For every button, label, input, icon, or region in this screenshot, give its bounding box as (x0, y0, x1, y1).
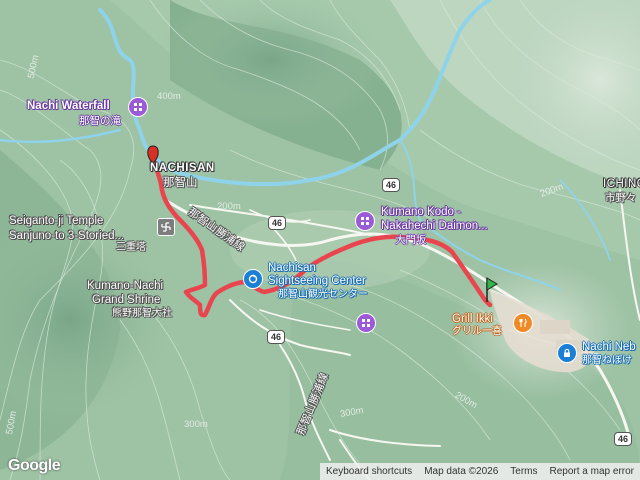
area-label-nachisan-jp: 那智山 (163, 177, 198, 189)
keyboard-shortcuts-link[interactable]: Keyboard shortcuts (320, 463, 418, 480)
fork-knife-icon[interactable] (513, 313, 533, 333)
poi-nachi-waterfall[interactable]: Nachi Waterfall (27, 100, 110, 113)
map-data-attribution: Map data ©2026 (424, 466, 499, 477)
route-46-shield: 46 (267, 330, 286, 344)
route-46-shield: 46 (382, 178, 401, 192)
poi-grill-ikki-jp: グリル一喜 (452, 326, 502, 337)
contour-label: 400m (157, 91, 181, 102)
contour-label: 200m (217, 201, 241, 212)
info-marker-icon[interactable] (243, 269, 263, 289)
poi-kumano-nachi[interactable]: Kumano-Nachi (87, 280, 163, 293)
map-footer: Keyboard shortcuts Map data ©2026 Terms … (320, 463, 640, 480)
google-logo: Google (8, 457, 61, 475)
poi-grand-shrine[interactable]: Grand Shrine (92, 294, 160, 307)
poi-nachi-neb[interactable]: Nachi Neb (582, 341, 636, 354)
contour-label: 300m (184, 419, 208, 430)
manji-icon[interactable] (157, 218, 175, 236)
route-46-shield: 46 (614, 432, 633, 446)
poi-nachisan-center[interactable]: Nachisan (268, 262, 316, 275)
poi-daimonzaka-jp: 大門坂 (395, 234, 427, 246)
poi-kumano-kodo[interactable]: Kumano Kodo - (381, 206, 461, 219)
google-logo-text: Google (8, 457, 61, 474)
poi-sanjuno-to-jp: 三重塔 (116, 242, 146, 253)
area-label-ichino-jp: 市野々 (605, 192, 637, 204)
area-label-ichino: ICHINO (603, 178, 640, 190)
poi-sanjuno-to[interactable]: Sanjuno-to 3-Storied... (9, 230, 124, 243)
poi-sightseeing-center[interactable]: Sightseeing Center (268, 275, 366, 288)
lock-icon[interactable] (557, 343, 577, 363)
route-46-shield: 46 (268, 216, 287, 230)
poi-marker-icon[interactable] (355, 211, 375, 231)
poi-sightseeing-center-jp: 那智山観光センター (278, 289, 368, 300)
poi-nakahechi-daimon[interactable]: Nakahechi Daimon... (381, 220, 488, 233)
poi-grill-ikki[interactable]: Grill Ikki (452, 313, 493, 326)
terms-link[interactable]: Terms (504, 463, 543, 480)
report-map-error-link[interactable]: Report a map error (544, 463, 640, 480)
poi-nachi-waterfall-jp: 那智の滝 (79, 115, 121, 127)
poi-nachi-neb-jp: 那智ねぼけ (582, 355, 632, 366)
area-label-nachisan: NACHISAN (150, 162, 215, 174)
poi-grand-shrine-jp: 熊野那智大社 (112, 308, 172, 319)
poi-seiganto-ji[interactable]: Seiganto-ji Temple (9, 215, 103, 228)
poi-marker-icon[interactable] (128, 97, 148, 117)
poi-marker-icon[interactable] (356, 313, 376, 333)
